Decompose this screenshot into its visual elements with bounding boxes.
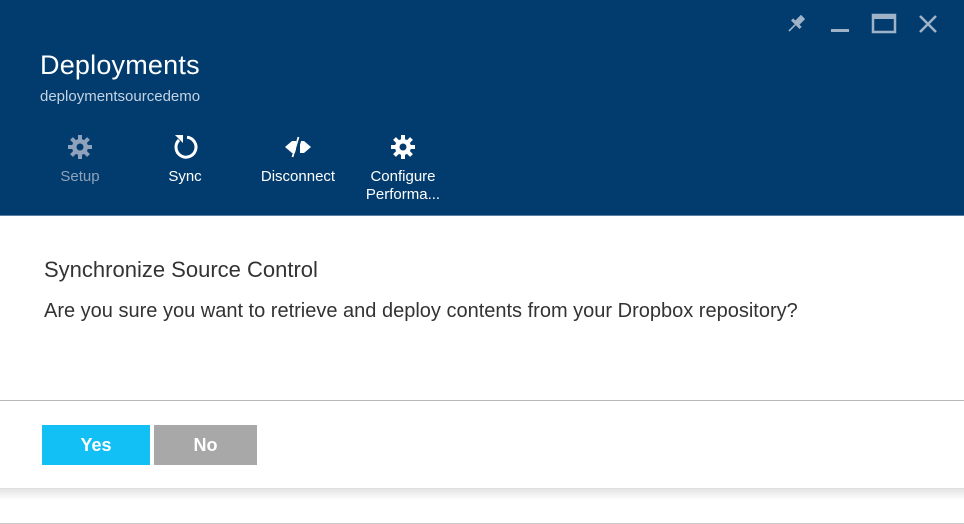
disconnect-command[interactable]: Disconnect	[248, 132, 348, 186]
minimize-icon	[831, 29, 849, 32]
gear-icon	[391, 135, 415, 159]
disconnect-icon	[285, 136, 311, 158]
confirmation-dialog: Synchronize Source Control Are you sure …	[0, 217, 964, 400]
refresh-icon	[174, 135, 198, 159]
yes-button[interactable]: Yes	[42, 425, 150, 465]
maximize-icon	[871, 13, 897, 34]
blade-header: Deployments deploymentsourcedemo Setup S…	[0, 0, 964, 216]
minimize-button[interactable]	[818, 10, 862, 38]
dialog-title: Synchronize Source Control	[44, 257, 318, 282]
close-button[interactable]	[906, 10, 950, 38]
setup-command[interactable]: Setup	[40, 132, 120, 186]
pin-icon	[788, 15, 805, 32]
disconnect-label: Disconnect	[260, 168, 336, 185]
sync-label: Sync	[168, 168, 202, 185]
blade-title: Deployments	[40, 50, 200, 80]
close-icon	[919, 15, 937, 33]
configure-label-line2: Performa...	[365, 186, 441, 203]
configure-label-line1: Configure	[370, 168, 436, 185]
gear-icon	[68, 135, 92, 159]
command-bar: Setup Sync Disconnect Configure Performa…	[40, 132, 448, 204]
blade-subtitle: deploymentsourcedemo	[40, 88, 201, 105]
deployments-blade: Deployments deploymentsourcedemo Setup S…	[0, 0, 964, 524]
window-controls	[774, 10, 950, 38]
dialog-message: Are you sure you want to retrieve and de…	[44, 300, 798, 322]
maximize-button[interactable]	[862, 10, 906, 38]
sync-command[interactable]: Sync	[150, 132, 220, 186]
no-button[interactable]: No	[154, 425, 257, 465]
pin-button[interactable]	[774, 10, 818, 38]
dialog-actions: Yes No	[0, 401, 964, 488]
dialog-shadow	[0, 488, 964, 500]
configure-performance-command[interactable]: Configure Performa...	[358, 132, 448, 204]
setup-label: Setup	[60, 168, 100, 185]
